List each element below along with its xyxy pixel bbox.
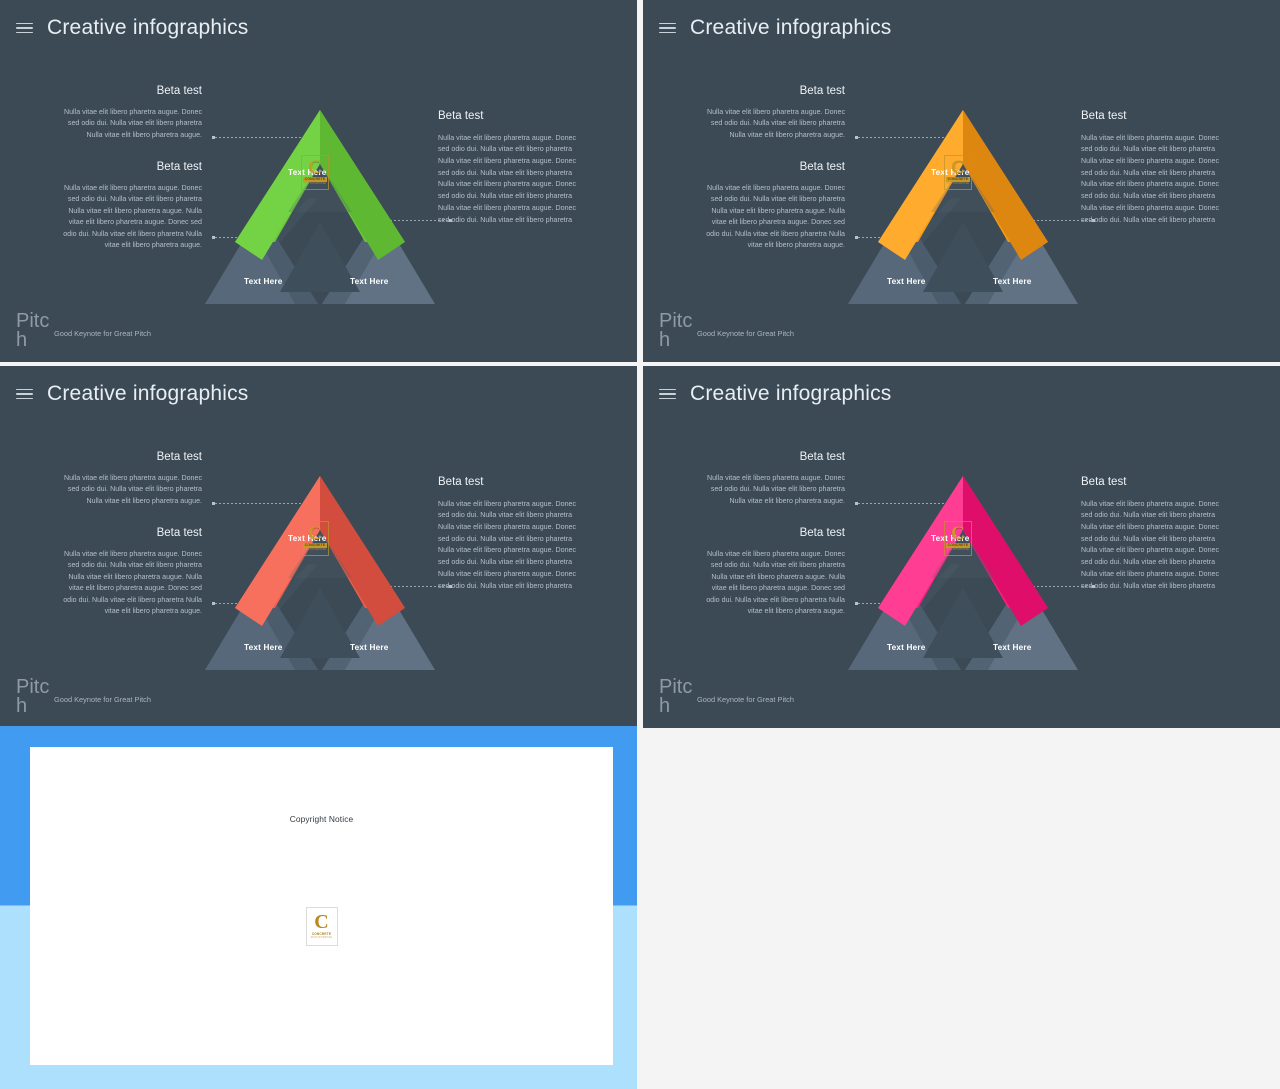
right-text-column: Beta test Nulla vitae elit libero pharet… xyxy=(1081,476,1221,592)
beta-test-body-3: Nulla vitae elit libero pharetra augue. … xyxy=(1081,133,1220,224)
logo-sub: MULTIPURPOSE xyxy=(310,937,333,939)
brand-tagline: Good Keynote for Great Pitch xyxy=(54,695,151,704)
graphic-label-top: Text Here xyxy=(288,168,327,177)
page-title: Creative infographics xyxy=(690,16,892,39)
inner-notch xyxy=(280,222,360,292)
brand-name: Pitch xyxy=(659,676,693,717)
left-text-column: Beta test Nulla vitae elit libero pharet… xyxy=(703,451,845,618)
page-title: Creative infographics xyxy=(47,16,249,39)
slide-footer: Pitch Good Keynote for Great Pitch xyxy=(659,310,959,354)
beta-test-body-3: Nulla vitae elit libero pharetra augue. … xyxy=(438,499,577,590)
right-text-column: Beta test Nulla vitae elit libero pharet… xyxy=(1081,110,1221,226)
beta-test-heading-2: Beta test xyxy=(156,161,202,174)
slide-panel-red[interactable]: Creative infographics Beta test Nulla vi… xyxy=(0,366,637,728)
slide-footer: Pitch Good Keynote for Great Pitch xyxy=(659,676,959,720)
hamburger-icon[interactable] xyxy=(16,22,33,34)
graphic-label-bottom-right: Text Here xyxy=(993,643,1032,652)
graphic-label-bottom-left: Text Here xyxy=(244,277,283,286)
copyright-card: Copyright Notice C CONCRETE MULTIPURPOSE xyxy=(30,747,613,1065)
logo-band: CONCRETE xyxy=(311,932,332,936)
beta-test-body-1: Nulla vitae elit libero pharetra augue. … xyxy=(706,107,845,139)
screenshot-root: Creative infographics Beta test Nulla vi… xyxy=(0,0,1280,1089)
inner-notch xyxy=(280,588,360,658)
beta-test-heading-1: Beta test xyxy=(156,451,202,463)
slide-panel-orange[interactable]: Creative infographics Beta test Nulla vi… xyxy=(643,0,1280,362)
beta-test-body-1: Nulla vitae elit libero pharetra augue. … xyxy=(63,473,202,505)
graphic-label-top: Text Here xyxy=(931,534,970,543)
left-text-column: Beta test Nulla vitae elit libero pharet… xyxy=(60,451,202,618)
graphic-label-bottom-right: Text Here xyxy=(350,277,389,286)
brand-name: Pitch xyxy=(659,310,693,351)
triangle-arrow-svg xyxy=(205,110,435,304)
hamburger-icon[interactable] xyxy=(659,388,676,400)
slide-header: Creative infographics xyxy=(659,16,891,40)
copyright-slide-panel[interactable]: Copyright Notice C CONCRETE MULTIPURPOSE xyxy=(0,726,637,1089)
triangle-arrow-diagram: Text Here Text Here Text Here C CONCRETE… xyxy=(200,102,440,307)
graphic-label-bottom-left: Text Here xyxy=(244,643,283,652)
beta-test-heading-2: Beta test xyxy=(799,161,845,174)
concrete-logo: C CONCRETE MULTIPURPOSE xyxy=(305,907,338,946)
inner-notch xyxy=(923,588,1003,658)
beta-test-body-2: Nulla vitae elit libero pharetra augue. … xyxy=(63,549,202,616)
right-text-column: Beta test Nulla vitae elit libero pharet… xyxy=(438,476,578,592)
beta-test-body-1: Nulla vitae elit libero pharetra augue. … xyxy=(63,107,202,139)
brand-tagline: Good Keynote for Great Pitch xyxy=(697,329,794,338)
graphic-label-bottom-right: Text Here xyxy=(993,277,1032,286)
hamburger-icon[interactable] xyxy=(16,388,33,400)
right-text-column: Beta test Nulla vitae elit libero pharet… xyxy=(438,110,578,226)
triangle-arrow-diagram: Text Here Text Here Text Here C CONCRETE… xyxy=(843,468,1083,673)
graphic-label-top: Text Here xyxy=(288,534,327,543)
left-text-column: Beta test Nulla vitae elit libero pharet… xyxy=(703,85,845,252)
beta-test-body-3: Nulla vitae elit libero pharetra augue. … xyxy=(1081,499,1220,590)
copyright-notice-title: Copyright Notice xyxy=(289,814,354,824)
triangle-arrow-diagram: Text Here Text Here Text Here C CONCRETE… xyxy=(200,468,440,673)
page-title: Creative infographics xyxy=(47,382,249,405)
brand-tagline: Good Keynote for Great Pitch xyxy=(54,329,151,338)
slide-header: Creative infographics xyxy=(16,16,248,40)
beta-test-heading-1: Beta test xyxy=(799,451,845,463)
slide-panel-pink[interactable]: Creative infographics Beta test Nulla vi… xyxy=(643,366,1280,728)
beta-test-heading-3: Beta test xyxy=(1081,110,1127,122)
slide-header: Creative infographics xyxy=(659,382,891,406)
graphic-label-bottom-right: Text Here xyxy=(350,643,389,652)
triangle-arrow-diagram: Text Here Text Here Text Here C CONCRETE… xyxy=(843,102,1083,307)
slide-panel-green[interactable]: Creative infographics Beta test Nulla vi… xyxy=(0,0,637,362)
beta-test-body-2: Nulla vitae elit libero pharetra augue. … xyxy=(706,183,845,250)
graphic-label-top: Text Here xyxy=(931,168,970,177)
beta-test-heading-3: Beta test xyxy=(1081,476,1127,488)
beta-test-heading-1: Beta test xyxy=(156,85,202,97)
brand-tagline: Good Keynote for Great Pitch xyxy=(697,695,794,704)
triangle-arrow-svg xyxy=(205,476,435,670)
triangle-arrow-svg xyxy=(848,110,1078,304)
inner-notch xyxy=(923,222,1003,292)
beta-test-heading-3: Beta test xyxy=(438,110,484,122)
hamburger-icon[interactable] xyxy=(659,22,676,34)
page-title: Creative infographics xyxy=(690,382,892,405)
beta-test-body-3: Nulla vitae elit libero pharetra augue. … xyxy=(438,133,577,224)
slide-footer: Pitch Good Keynote for Great Pitch xyxy=(16,676,316,720)
left-text-column: Beta test Nulla vitae elit libero pharet… xyxy=(60,85,202,252)
graphic-label-bottom-left: Text Here xyxy=(887,643,926,652)
beta-test-heading-2: Beta test xyxy=(799,527,845,540)
slide-footer: Pitch Good Keynote for Great Pitch xyxy=(16,310,316,354)
logo-letter: C xyxy=(314,911,329,933)
beta-test-heading-1: Beta test xyxy=(799,85,845,97)
beta-test-heading-2: Beta test xyxy=(156,527,202,540)
beta-test-body-2: Nulla vitae elit libero pharetra augue. … xyxy=(706,549,845,616)
beta-test-body-2: Nulla vitae elit libero pharetra augue. … xyxy=(63,183,202,250)
triangle-arrow-svg xyxy=(848,476,1078,670)
brand-name: Pitch xyxy=(16,676,50,717)
slide-header: Creative infographics xyxy=(16,382,248,406)
graphic-label-bottom-left: Text Here xyxy=(887,277,926,286)
beta-test-body-1: Nulla vitae elit libero pharetra augue. … xyxy=(706,473,845,505)
brand-name: Pitch xyxy=(16,310,50,351)
beta-test-heading-3: Beta test xyxy=(438,476,484,488)
